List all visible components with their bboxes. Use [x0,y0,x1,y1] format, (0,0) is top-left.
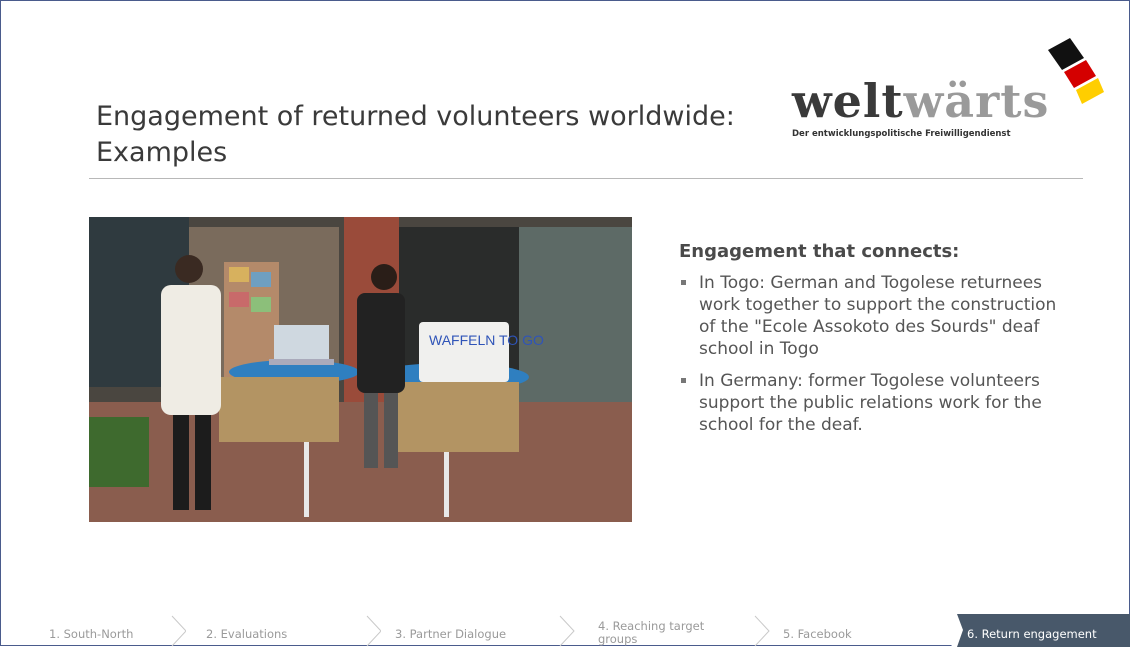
bullet-text: In Germany: former Togolese volunteers s… [699,371,1042,435]
nav-label: 5. Facebook [783,627,852,641]
bullet-item: In Togo: German and Togolese returnees w… [679,272,1059,360]
nav-item-south-north[interactable]: 1. South-North [1,614,186,647]
nav-label: 2. Evaluations [206,627,288,641]
nav-label: 6. Return engagement [967,627,1097,641]
weltwaerts-logo: weltwärts Der entwicklungspolitische Fre… [786,36,1116,151]
slide-title: Engagement of returned volunteers worldw… [96,101,735,168]
content-heading: Engagement that connects: [679,241,960,262]
bullet-list: In Togo: German and Togolese returnees w… [679,272,1059,436]
logo-wordmark: weltwärts [792,74,1049,128]
title-divider [89,178,1083,179]
volunteers-photo: WAFFELN TO GO [89,217,632,522]
logo-word-main: welt [792,74,904,128]
section-nav: 1. South-North 2. Evaluations 3. Partner… [1,614,1130,647]
content-panel: Engagement that connects: In Togo: Germa… [679,241,1059,446]
nav-active-chevron-icon [951,614,963,647]
nav-label: 4. Reaching target groups [598,619,705,646]
nav-label: 1. South-North [49,627,134,641]
flag-stripes-icon [1048,38,1104,104]
slide-frame: Engagement of returned volunteers worldw… [0,0,1130,647]
nav-chevron-icon [754,615,770,647]
nav-chevron-icon [171,615,186,647]
nav-label: 3. Partner Dialogue [395,627,507,641]
nav-item-reaching-target-groups[interactable]: 4. Reaching target groups [576,614,771,647]
logo-subtitle: Der entwicklungspolitische Freiwilligend… [792,129,1011,139]
logo-word-accent: wärts [903,74,1050,128]
nav-item-evaluations[interactable]: 2. Evaluations [186,614,381,647]
nav-item-return-engagement[interactable]: 6. Return engagement [957,614,1130,647]
nav-item-partner-dialogue[interactable]: 3. Partner Dialogue [381,614,576,647]
bullet-text: In Togo: German and Togolese returnees w… [699,273,1057,359]
bullet-item: In Germany: former Togolese volunteers s… [679,370,1059,436]
photo-sign-text: WAFFELN TO GO [429,332,544,348]
bullet-marker-icon [681,280,686,285]
nav-chevron-icon [366,615,381,647]
bullet-marker-icon [681,378,686,383]
nav-chevron-icon [559,615,575,647]
nav-item-facebook[interactable]: 5. Facebook [771,614,961,647]
